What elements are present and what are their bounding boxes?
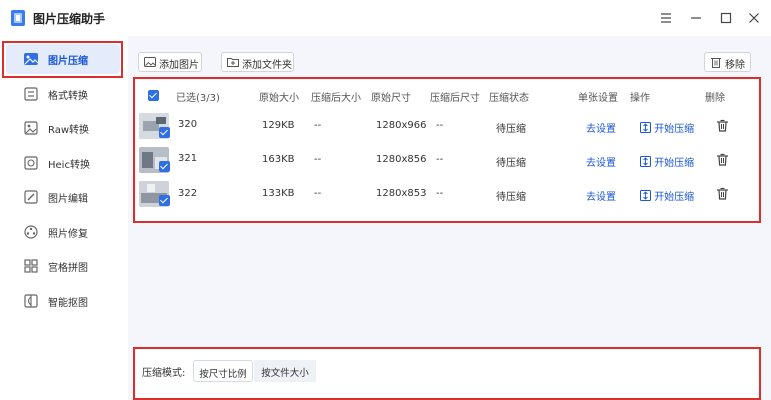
start-compress-button[interactable]: 开始压缩 — [640, 154, 694, 169]
sidebar-item-label: 宫格拼图 — [48, 263, 88, 274]
header-original-dimensions: 原始尺寸 — [371, 93, 411, 104]
compressed-dimensions: -- — [436, 154, 444, 165]
original-dimensions: 1280x856 — [376, 154, 427, 165]
row-checkbox[interactable] — [159, 195, 170, 206]
compressed-size: -- — [314, 120, 322, 131]
header-compressed-dimensions: 压缩后尺寸 — [430, 93, 480, 104]
mode-option-label: 按文件大小 — [261, 368, 309, 379]
title-bar: 图片压缩助手 — [0, 0, 771, 36]
heic-convert-icon — [24, 156, 38, 170]
photo-repair-icon — [24, 225, 38, 239]
row-checkbox[interactable] — [159, 127, 170, 138]
sidebar-item-label: Raw转换 — [48, 125, 90, 136]
minimize-icon[interactable] — [686, 8, 706, 28]
original-size: 129KB — [262, 120, 295, 131]
sidebar: 图片压缩 格式转换 Raw转换 Heic转换 图片编辑 照片修复 宫格拼图 智能… — [0, 36, 129, 400]
close-icon[interactable] — [744, 8, 764, 28]
sidebar-item-label: 图片编辑 — [48, 194, 88, 205]
compressed-dimensions: -- — [436, 120, 444, 131]
app-title: 图片压缩助手 — [33, 12, 106, 26]
add-image-button[interactable]: 添加图片 — [138, 52, 202, 72]
add-folder-button[interactable]: 添加文件夹 — [221, 52, 294, 72]
header-status: 压缩状态 — [489, 93, 529, 104]
sidebar-item-grid-collage[interactable]: 宫格拼图 — [6, 251, 120, 281]
sidebar-item-image-compress[interactable]: 图片压缩 — [6, 44, 120, 74]
start-compress-button[interactable]: 开始压缩 — [640, 120, 694, 135]
menu-icon[interactable] — [656, 8, 676, 28]
grid-collage-icon — [24, 259, 38, 273]
raw-convert-icon — [24, 121, 38, 135]
select-all-checkbox[interactable] — [148, 90, 159, 101]
sidebar-item-format-convert[interactable]: 格式转换 — [6, 79, 120, 109]
trash-icon — [711, 58, 721, 68]
sidebar-item-label: 智能抠图 — [48, 298, 88, 309]
remove-button[interactable]: 移除 — [704, 52, 751, 72]
compressed-dimensions: -- — [436, 188, 444, 199]
header-actions: 操作 — [630, 93, 650, 104]
settings-link[interactable]: 去设置 — [586, 154, 616, 169]
app-logo-icon — [11, 10, 25, 26]
add-folder-icon — [227, 58, 239, 67]
mode-option-label: 按尺寸比例 — [199, 369, 247, 380]
status: 待压缩 — [496, 192, 526, 203]
status: 待压缩 — [496, 158, 526, 169]
format-convert-icon — [24, 87, 38, 101]
header-compressed-size: 压缩后大小 — [311, 93, 361, 104]
maximize-icon[interactable] — [716, 8, 736, 28]
compressed-size: -- — [314, 188, 322, 199]
start-compress-label: 开始压缩 — [654, 158, 695, 169]
compressed-size: -- — [314, 154, 322, 165]
delete-icon[interactable] — [716, 153, 729, 166]
sidebar-item-raw-convert[interactable]: Raw转换 — [6, 113, 120, 143]
smart-cutout-icon — [24, 294, 38, 308]
sidebar-item-label: 图片压缩 — [48, 56, 88, 67]
start-compress-label: 开始压缩 — [654, 124, 695, 135]
compress-icon — [640, 122, 651, 133]
header-original-size: 原始大小 — [259, 93, 299, 104]
add-folder-label: 添加文件夹 — [242, 60, 292, 71]
image-edit-icon — [24, 190, 38, 204]
header-single-settings: 单张设置 — [578, 93, 618, 104]
sidebar-item-label: 格式转换 — [48, 91, 88, 102]
sidebar-item-smart-cutout[interactable]: 智能抠图 — [6, 286, 120, 316]
status: 待压缩 — [496, 124, 526, 135]
sidebar-item-photo-repair[interactable]: 照片修复 — [6, 217, 120, 247]
remove-label: 移除 — [725, 60, 745, 71]
compress-icon — [640, 190, 651, 201]
delete-icon[interactable] — [716, 119, 729, 132]
start-compress-label: 开始压缩 — [654, 192, 695, 203]
sidebar-item-label: Heic转换 — [48, 160, 90, 171]
mode-option-by-ratio[interactable]: 按尺寸比例 — [193, 360, 253, 382]
file-name: 320 — [178, 119, 198, 130]
delete-icon[interactable] — [716, 187, 729, 200]
settings-link[interactable]: 去设置 — [586, 120, 616, 135]
settings-link[interactable]: 去设置 — [586, 188, 616, 203]
header-delete: 删除 — [705, 93, 725, 104]
selected-count: 已选(3/3) — [176, 93, 220, 104]
sidebar-item-label: 照片修复 — [48, 229, 88, 240]
original-size: 163KB — [262, 154, 295, 165]
compress-mode-label: 压缩模式: — [142, 368, 186, 379]
row-checkbox[interactable] — [159, 161, 170, 172]
add-image-icon — [144, 57, 156, 67]
add-image-label: 添加图片 — [159, 60, 199, 71]
sidebar-item-heic-convert[interactable]: Heic转换 — [6, 148, 120, 178]
sidebar-item-image-edit[interactable]: 图片编辑 — [6, 182, 120, 212]
original-size: 133KB — [262, 188, 295, 199]
file-name: 321 — [178, 153, 198, 164]
file-name: 322 — [178, 188, 198, 199]
original-dimensions: 1280x966 — [376, 120, 427, 131]
original-dimensions: 1280x853 — [376, 188, 427, 199]
mode-option-by-filesize[interactable]: 按文件大小 — [254, 360, 316, 382]
image-compress-icon — [24, 53, 39, 65]
start-compress-button[interactable]: 开始压缩 — [640, 188, 694, 203]
compress-icon — [640, 156, 651, 167]
